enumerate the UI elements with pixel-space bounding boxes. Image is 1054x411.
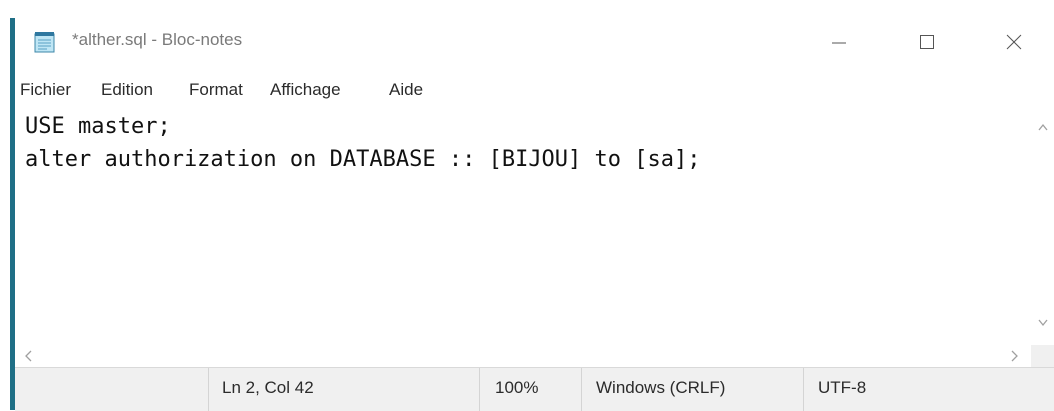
menu-format[interactable]: Format bbox=[189, 80, 243, 100]
menu-edition[interactable]: Edition bbox=[101, 80, 153, 100]
status-divider bbox=[479, 368, 480, 411]
minimize-button[interactable] bbox=[810, 18, 868, 66]
chevron-left-icon bbox=[25, 350, 32, 362]
chevron-down-icon bbox=[1038, 319, 1048, 327]
status-divider bbox=[803, 368, 804, 411]
window-title: *alther.sql - Bloc-notes bbox=[72, 30, 243, 49]
editor-line: USE master; bbox=[25, 114, 171, 139]
minimize-icon bbox=[832, 42, 846, 44]
desktop-edge bbox=[0, 0, 10, 410]
status-divider bbox=[208, 368, 209, 411]
menu-bar: Fichier Edition Format Affichage Aide bbox=[15, 73, 1054, 109]
close-icon bbox=[1006, 34, 1022, 50]
vertical-scrollbar[interactable] bbox=[1031, 110, 1054, 345]
title-bar[interactable]: *alther.sql - Bloc-notes bbox=[15, 18, 1054, 70]
status-divider bbox=[581, 368, 582, 411]
notepad-icon bbox=[34, 32, 55, 53]
menu-fichier[interactable]: Fichier bbox=[20, 80, 71, 100]
notepad-window: *alther.sql - Bloc-notes Fichier Edition… bbox=[15, 18, 1054, 411]
cursor-position: Ln 2, Col 42 bbox=[222, 378, 314, 397]
zoom-level: 100% bbox=[495, 378, 539, 397]
chevron-right-icon bbox=[1011, 350, 1018, 362]
encoding: UTF-8 bbox=[818, 378, 867, 397]
text-editor[interactable]: USE master; alter authorization on DATAB… bbox=[15, 110, 1031, 345]
scrollbar-corner bbox=[1031, 345, 1054, 367]
editor-line: alter authorization on DATABASE :: [BIJO… bbox=[25, 147, 701, 172]
menu-affichage[interactable]: Affichage bbox=[270, 80, 341, 100]
status-bar: Ln 2, Col 42 100% Windows (CRLF) UTF-8 bbox=[15, 367, 1054, 411]
line-ending: Windows (CRLF) bbox=[596, 378, 726, 397]
close-button[interactable] bbox=[985, 18, 1043, 66]
maximize-icon bbox=[920, 35, 934, 49]
maximize-button[interactable] bbox=[898, 18, 956, 66]
horizontal-scrollbar[interactable] bbox=[15, 345, 1054, 367]
chevron-up-icon bbox=[1038, 123, 1048, 131]
menu-aide[interactable]: Aide bbox=[389, 80, 423, 100]
